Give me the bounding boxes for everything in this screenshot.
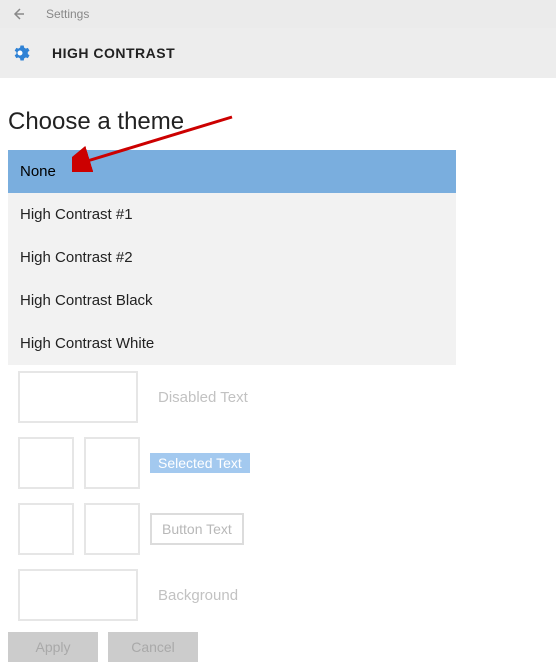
theme-option-hc1[interactable]: High Contrast #1 bbox=[8, 193, 456, 236]
swatch-button-fg[interactable] bbox=[18, 503, 74, 555]
swatch-button-bg[interactable] bbox=[84, 503, 140, 555]
theme-option-white[interactable]: High Contrast White bbox=[8, 322, 456, 365]
label-background: Background bbox=[158, 587, 238, 604]
page-title: HIGH CONTRAST bbox=[52, 45, 175, 61]
preview-area: Disabled Text Selected Text Button Text … bbox=[18, 371, 548, 621]
swatch-selected-fg[interactable] bbox=[18, 437, 74, 489]
preview-row-disabled: Disabled Text bbox=[18, 371, 548, 423]
back-arrow-icon[interactable] bbox=[10, 6, 26, 22]
window-title: Settings bbox=[46, 7, 89, 21]
footer-buttons: Apply Cancel bbox=[8, 632, 198, 662]
swatch-selected-bg[interactable] bbox=[84, 437, 140, 489]
cancel-button[interactable]: Cancel bbox=[108, 632, 198, 662]
swatch-background[interactable] bbox=[18, 569, 138, 621]
preview-row-background: Background bbox=[18, 569, 548, 621]
theme-option-black[interactable]: High Contrast Black bbox=[8, 279, 456, 322]
preview-row-selected: Selected Text bbox=[18, 437, 548, 489]
titlebar: Settings bbox=[0, 0, 556, 28]
theme-option-hc2[interactable]: High Contrast #2 bbox=[8, 236, 456, 279]
swatch-disabled[interactable] bbox=[18, 371, 138, 423]
label-selected-text: Selected Text bbox=[150, 453, 250, 473]
gear-icon bbox=[10, 43, 30, 63]
apply-button[interactable]: Apply bbox=[8, 632, 98, 662]
preview-row-button: Button Text bbox=[18, 503, 548, 555]
theme-option-none[interactable]: None bbox=[8, 150, 456, 193]
label-button-text: Button Text bbox=[150, 513, 244, 545]
section-heading: Choose a theme bbox=[8, 108, 548, 136]
theme-dropdown[interactable]: None High Contrast #1 High Contrast #2 H… bbox=[8, 150, 456, 365]
label-disabled-text: Disabled Text bbox=[158, 389, 248, 406]
page-header: HIGH CONTRAST bbox=[0, 28, 556, 78]
content-area: Choose a theme None High Contrast #1 Hig… bbox=[0, 78, 556, 643]
